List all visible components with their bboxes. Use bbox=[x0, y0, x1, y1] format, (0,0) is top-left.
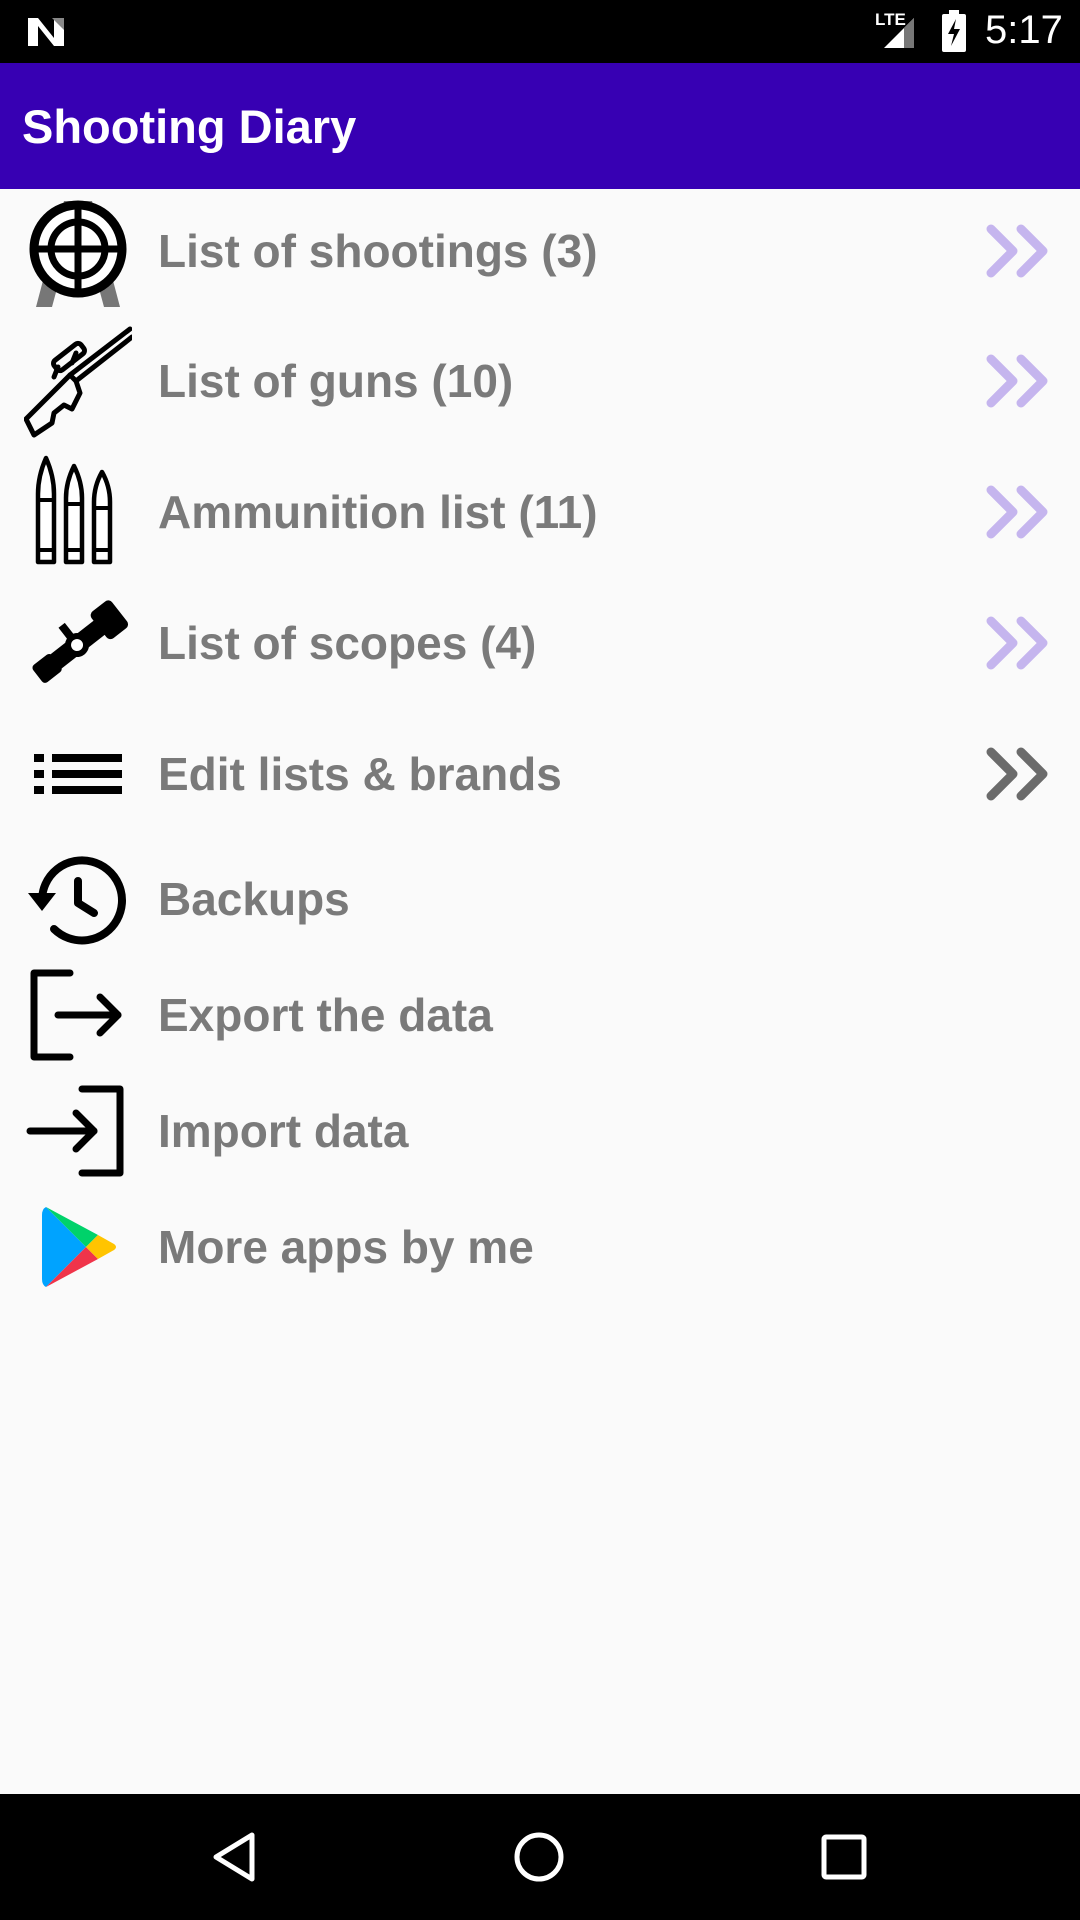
chevron-right-double-icon bbox=[986, 747, 1048, 801]
menu-item-label: Import data bbox=[158, 1105, 409, 1157]
status-bar: LTE 5:17 bbox=[0, 0, 1080, 63]
menu-item-label: List of scopes (4) bbox=[158, 617, 537, 669]
menu-item-label: More apps by me bbox=[158, 1221, 534, 1273]
battery-charging-icon bbox=[942, 10, 966, 52]
menu-item-label: Backups bbox=[158, 873, 350, 925]
menu-item-export[interactable]: Export the data bbox=[0, 955, 1080, 1075]
menu-item-label: List of shootings (3) bbox=[158, 225, 598, 277]
menu-item-shootings[interactable]: List of shootings (3) bbox=[0, 191, 1080, 311]
back-icon[interactable] bbox=[210, 1831, 262, 1883]
menu-item-backups[interactable]: Backups bbox=[0, 839, 1080, 959]
export-icon bbox=[30, 969, 122, 1061]
menu-item-label: List of guns (10) bbox=[158, 355, 514, 407]
chevron-right-double-icon bbox=[986, 224, 1048, 278]
bullets-icon bbox=[35, 455, 113, 565]
play-store-icon bbox=[42, 1207, 116, 1287]
n-notification-icon bbox=[28, 18, 64, 46]
target-tripod-icon bbox=[29, 200, 127, 307]
menu-item-label: Ammunition list (11) bbox=[158, 486, 598, 538]
home-icon[interactable] bbox=[513, 1831, 565, 1883]
list-icon bbox=[34, 754, 122, 794]
signal-icon bbox=[884, 18, 914, 48]
app-title: Shooting Diary bbox=[22, 100, 357, 153]
menu-item-edit-lists[interactable]: Edit lists & brands bbox=[0, 714, 1080, 834]
menu-item-guns[interactable]: List of guns (10) bbox=[0, 321, 1080, 441]
menu-item-ammunition[interactable]: Ammunition list (11) bbox=[0, 452, 1080, 572]
menu-item-label: Edit lists & brands bbox=[158, 748, 562, 800]
import-icon bbox=[26, 1085, 124, 1177]
history-icon bbox=[28, 856, 126, 945]
menu-item-more-apps[interactable]: More apps by me bbox=[0, 1187, 1080, 1307]
menu-item-scopes[interactable]: List of scopes (4) bbox=[0, 583, 1080, 703]
navigation-bar bbox=[0, 1794, 1080, 1920]
clock: 5:17 bbox=[985, 8, 1063, 52]
rifle-icon bbox=[24, 326, 132, 438]
chevron-right-double-icon bbox=[986, 616, 1048, 670]
chevron-right-double-icon bbox=[986, 485, 1048, 539]
recents-icon[interactable] bbox=[818, 1831, 870, 1883]
menu-item-label: Export the data bbox=[158, 989, 493, 1041]
app-bar: Shooting Diary bbox=[0, 63, 1080, 189]
chevron-right-double-icon bbox=[986, 354, 1048, 408]
scope-icon bbox=[32, 600, 129, 683]
menu-item-import[interactable]: Import data bbox=[0, 1071, 1080, 1191]
